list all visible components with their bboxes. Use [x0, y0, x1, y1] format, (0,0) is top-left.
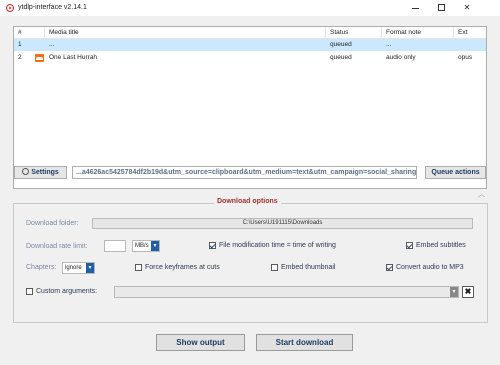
download-options-title: Download options: [214, 198, 281, 205]
download-folder-label: Download folder:: [26, 220, 79, 227]
minimize-icon: [411, 8, 419, 9]
url-input[interactable]: ...a4626ac5425784df2b19d&utm_source=clip…: [72, 166, 417, 179]
close-icon: ✕: [463, 3, 471, 12]
table-row[interactable]: 1 ... queued ...: [14, 39, 486, 51]
download-rate-input[interactable]: [104, 240, 126, 252]
ext-text: [454, 39, 486, 51]
show-output-button[interactable]: Show output: [156, 334, 245, 351]
download-rate-label: Download rate limit:: [26, 243, 88, 250]
queue-actions-button[interactable]: Queue actions: [425, 166, 486, 179]
force-keyframes-checkbox[interactable]: [135, 264, 142, 271]
title-bar: ytdlp-interface v2.14.1 ✕: [0, 0, 500, 16]
column-header-format-note[interactable]: Format note: [382, 27, 454, 39]
chapters-label: Chapters:: [26, 264, 57, 271]
collapse-chevron-icon[interactable]: ︿: [478, 189, 485, 199]
custom-args-label: Custom arguments:: [36, 288, 98, 295]
media-title: ...: [49, 41, 55, 48]
convert-mp3-label: Convert audio to MP3: [396, 264, 464, 271]
column-header-title[interactable]: Media title: [45, 27, 326, 39]
window-title: ytdlp-interface v2.14.1: [18, 4, 87, 11]
row-number: 1: [18, 41, 22, 48]
column-header-ext[interactable]: Ext: [454, 27, 486, 39]
download-folder-field[interactable]: C:\Users\U191115\Downloads: [92, 218, 473, 229]
media-title: One Last Hurrah: [49, 54, 98, 61]
ext-text: opus: [458, 54, 473, 61]
table-header: # Media title Status Format note Ext: [14, 27, 486, 39]
media-table[interactable]: # Media title Status Format note Ext 1 .…: [13, 26, 487, 189]
custom-args-checkbox[interactable]: [26, 288, 33, 295]
maximize-button[interactable]: [435, 2, 447, 13]
chevron-down-icon: ▾: [86, 263, 94, 273]
settings-button[interactable]: Settings: [14, 166, 67, 179]
column-header-status[interactable]: Status: [326, 27, 382, 39]
file-mod-time-checkbox[interactable]: [209, 242, 216, 249]
file-mod-time-label: File modification time = time of writing: [219, 242, 336, 249]
status-text: queued: [330, 54, 352, 61]
soundcloud-icon: [35, 54, 44, 62]
format-note: ...: [386, 41, 392, 48]
chevron-down-icon: ▾: [450, 287, 458, 297]
status-text: queued: [330, 41, 352, 48]
close-icon: ✖: [464, 287, 472, 296]
format-note: audio only: [386, 54, 416, 61]
embed-subtitles-label: Embed subtitles: [416, 242, 466, 249]
convert-mp3-checkbox[interactable]: [386, 264, 393, 271]
delete-args-button[interactable]: ✖: [462, 286, 474, 298]
gear-icon: [22, 168, 30, 175]
embed-thumbnail-label: Embed thumbnail: [281, 264, 336, 271]
chevron-down-icon: ▾: [151, 241, 159, 251]
maximize-icon: [437, 4, 445, 11]
embed-thumbnail-checkbox[interactable]: [271, 264, 278, 271]
force-keyframes-label: Force keyframes at cuts: [145, 264, 220, 271]
rate-unit-select[interactable]: MB/s ▾: [132, 240, 160, 252]
row-number: 2: [18, 54, 22, 61]
close-button[interactable]: ✕: [461, 2, 473, 13]
rate-unit-value: MB/s: [135, 243, 149, 249]
table-row[interactable]: 2 One Last Hurrah queued audio only opus: [14, 52, 486, 64]
app-logo-icon: [6, 4, 14, 12]
minimize-button[interactable]: [409, 2, 421, 13]
embed-subtitles-checkbox[interactable]: [406, 242, 413, 249]
chapters-select[interactable]: ignore ▾: [62, 262, 95, 274]
settings-button-label: Settings: [31, 169, 59, 176]
custom-args-combobox[interactable]: ▾: [114, 286, 459, 298]
start-download-button[interactable]: Start download: [256, 334, 353, 351]
chapters-value: ignore: [65, 265, 82, 271]
column-header-number[interactable]: #: [14, 27, 45, 39]
